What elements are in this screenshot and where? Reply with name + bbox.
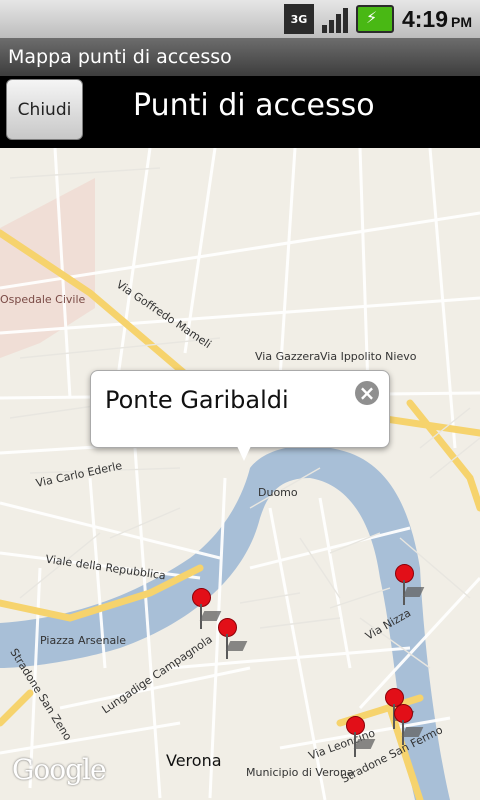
map-pin[interactable] [394, 704, 424, 746]
map-label: Ospedale Civile [0, 293, 86, 306]
status-bar: 3G 4:19PM [0, 0, 480, 38]
battery-charging-icon [355, 5, 394, 33]
top-bar: Chiudi Punti di accesso [0, 76, 480, 148]
app-title: Mappa punti di accesso [0, 38, 480, 76]
status-icons: 3G 4:19PM [283, 0, 472, 38]
clock: 4:19 PM [402, 6, 472, 33]
map-label: Piazza Arsenale [40, 634, 127, 647]
map-pin[interactable] [192, 588, 222, 630]
map-label: Duomo [258, 486, 298, 499]
map-label: Municipio di Verona [246, 766, 354, 779]
map-pin[interactable] [218, 618, 248, 660]
page-title: Punti di accesso [133, 88, 375, 123]
map-label: Via Ippolito Nievo [320, 350, 417, 363]
close-button[interactable]: Chiudi [6, 79, 83, 140]
map-view[interactable]: Via Goffredo Mameli Via Gazzera Via Ippo… [0, 148, 480, 800]
map-pin[interactable] [395, 564, 425, 606]
clock-ampm: PM [451, 13, 472, 30]
callout-title: Ponte Garibaldi [105, 386, 289, 414]
place-callout[interactable]: Ponte Garibaldi × [90, 370, 390, 461]
city-label: Verona [166, 751, 222, 770]
signal-strength-icon [321, 5, 348, 33]
close-icon[interactable]: × [355, 381, 379, 405]
map-label: Via Gazzera [255, 350, 321, 363]
map-attribution: Google [12, 753, 107, 786]
clock-time: 4:19 [401, 5, 448, 32]
map-pin[interactable] [346, 716, 376, 758]
network-type-icon: 3G [283, 4, 314, 34]
